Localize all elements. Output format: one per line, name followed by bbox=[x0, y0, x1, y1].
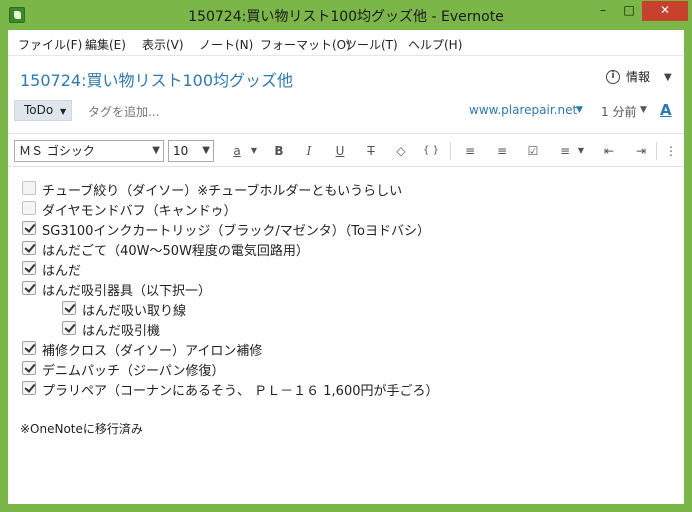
chevron-down-icon: ▼ bbox=[202, 145, 210, 156]
checked-checkbox[interactable] bbox=[22, 241, 36, 255]
footer-note: ※OneNoteに移行済み bbox=[20, 422, 143, 436]
chevron-down-icon[interactable]: ▼ bbox=[664, 72, 672, 83]
strikethrough-button[interactable]: T bbox=[362, 142, 380, 160]
todo-text: はんだ吸引器具（以下択一） bbox=[42, 284, 212, 299]
chevron-down-icon[interactable]: ▼ bbox=[572, 142, 590, 160]
modified-time[interactable]: 1 分前 bbox=[601, 103, 636, 120]
toolbar-divider bbox=[656, 142, 657, 160]
unchecked-checkbox[interactable] bbox=[22, 181, 36, 195]
todo-text: SG3100インクカートリッジ（ブラック/マゼンタ）（Toヨドバシ） bbox=[42, 224, 430, 239]
menu-note[interactable]: ノート(N) bbox=[199, 36, 253, 53]
checked-checkbox[interactable] bbox=[62, 321, 76, 335]
info-label[interactable]: 情報 bbox=[626, 68, 650, 85]
menu-file[interactable]: ファイル(F) bbox=[18, 36, 82, 53]
menu-format[interactable]: フォーマット(O) bbox=[260, 36, 351, 53]
note-editor[interactable]: チューブ絞り（ダイソー）※チューブホルダーともいうらしい ダイヤモンドバフ（キャン… bbox=[8, 168, 684, 504]
font-family-select[interactable]: ＭＳ ゴシック ▼ bbox=[14, 140, 164, 162]
menu-tools[interactable]: ツール(T) bbox=[345, 36, 398, 53]
chevron-down-icon[interactable]: ▼ bbox=[576, 105, 583, 115]
notebook-label: ToDo bbox=[24, 103, 54, 117]
checked-checkbox[interactable] bbox=[22, 361, 36, 375]
tag-input[interactable]: タグを追加... bbox=[88, 103, 159, 120]
bullet-list-icon[interactable]: ≡ bbox=[461, 142, 479, 160]
todo-text: プラリペア（コーナンにあるそう、 ＰＬ－１６ 1,600円が手ごろ） bbox=[42, 384, 439, 399]
client-area: ファイル(F) 編集(E) 表示(V) ノート(N) フォーマット(O) ツール… bbox=[8, 30, 684, 504]
window-frame: 150724:買い物リスト100均グッズ他 - Evernote – □ ✕ フ… bbox=[0, 0, 692, 512]
window-title: 150724:買い物リスト100均グッズ他 - Evernote bbox=[188, 9, 504, 25]
info-icon[interactable]: i bbox=[606, 70, 620, 84]
italic-button[interactable]: I bbox=[300, 142, 318, 160]
bold-button[interactable]: B bbox=[270, 142, 288, 160]
highlight-icon[interactable]: ◇ bbox=[392, 142, 410, 160]
note-title[interactable]: 150724:買い物リスト100均グッズ他 bbox=[20, 67, 293, 91]
text-color-button[interactable]: a bbox=[228, 142, 246, 160]
todo-text: はんだ吸い取り線 bbox=[82, 304, 187, 319]
title-bar[interactable]: 150724:買い物リスト100均グッズ他 - Evernote – □ ✕ bbox=[0, 0, 692, 30]
numbered-list-icon[interactable]: ≡ bbox=[493, 142, 511, 160]
chevron-down-icon: ▼ bbox=[60, 107, 67, 116]
checked-checkbox[interactable] bbox=[22, 261, 36, 275]
checked-checkbox[interactable] bbox=[62, 301, 76, 315]
chevron-down-icon[interactable]: ▼ bbox=[245, 142, 263, 160]
font-family-value: ＭＳ ゴシック bbox=[19, 144, 95, 158]
unchecked-checkbox[interactable] bbox=[22, 201, 36, 215]
more-options-icon[interactable]: ⋮ bbox=[662, 142, 680, 160]
todo-text: 補修クロス（ダイソー）アイロン補修 bbox=[42, 344, 263, 359]
checked-checkbox[interactable] bbox=[22, 381, 36, 395]
maximize-button[interactable]: □ bbox=[616, 1, 642, 21]
format-toolbar: ＭＳ ゴシック ▼ 10 ▼ a ▼ B I U T ◇ { } ≡ ≡ ☑ ≡… bbox=[8, 133, 684, 167]
source-url-link[interactable]: www.plarepair.net bbox=[469, 103, 577, 117]
menu-edit[interactable]: 編集(E) bbox=[85, 36, 126, 53]
underline-button[interactable]: U bbox=[331, 142, 349, 160]
checkbox-icon[interactable]: ☑ bbox=[524, 142, 542, 160]
font-size-value: 10 bbox=[173, 144, 189, 158]
toolbar-divider bbox=[450, 142, 451, 160]
font-size-select[interactable]: 10 ▼ bbox=[168, 140, 214, 162]
todo-text: チューブ絞り（ダイソー）※チューブホルダーともいうらしい bbox=[42, 184, 403, 199]
minimize-button[interactable]: – bbox=[590, 1, 616, 21]
outdent-icon[interactable]: ⇤ bbox=[600, 142, 618, 160]
menu-bar: ファイル(F) 編集(E) 表示(V) ノート(N) フォーマット(O) ツール… bbox=[8, 30, 684, 56]
checked-checkbox[interactable] bbox=[22, 221, 36, 235]
checked-checkbox[interactable] bbox=[22, 341, 36, 355]
close-button[interactable]: ✕ bbox=[642, 1, 688, 21]
notebook-button[interactable]: ToDo ▼ bbox=[14, 100, 72, 121]
chevron-down-icon: ▼ bbox=[152, 145, 160, 156]
menu-help[interactable]: ヘルプ(H) bbox=[408, 36, 462, 53]
todo-text: ダイヤモンドバフ（キャンドゥ） bbox=[42, 204, 237, 219]
code-block-button[interactable]: { } bbox=[422, 142, 440, 160]
todo-text: はんだ吸引機 bbox=[82, 324, 161, 339]
chevron-down-icon[interactable]: ▼ bbox=[640, 105, 647, 115]
todo-text: デニムパッチ（ジーパン修復） bbox=[42, 364, 225, 379]
menu-view[interactable]: 表示(V) bbox=[142, 36, 184, 53]
checked-checkbox[interactable] bbox=[22, 281, 36, 295]
font-size-icon[interactable]: A bbox=[660, 101, 672, 119]
indent-icon[interactable]: ⇥ bbox=[632, 142, 650, 160]
todo-text: はんだ bbox=[42, 264, 82, 279]
todo-text: はんだごて（40W〜50W程度の電気回路用） bbox=[42, 244, 309, 259]
